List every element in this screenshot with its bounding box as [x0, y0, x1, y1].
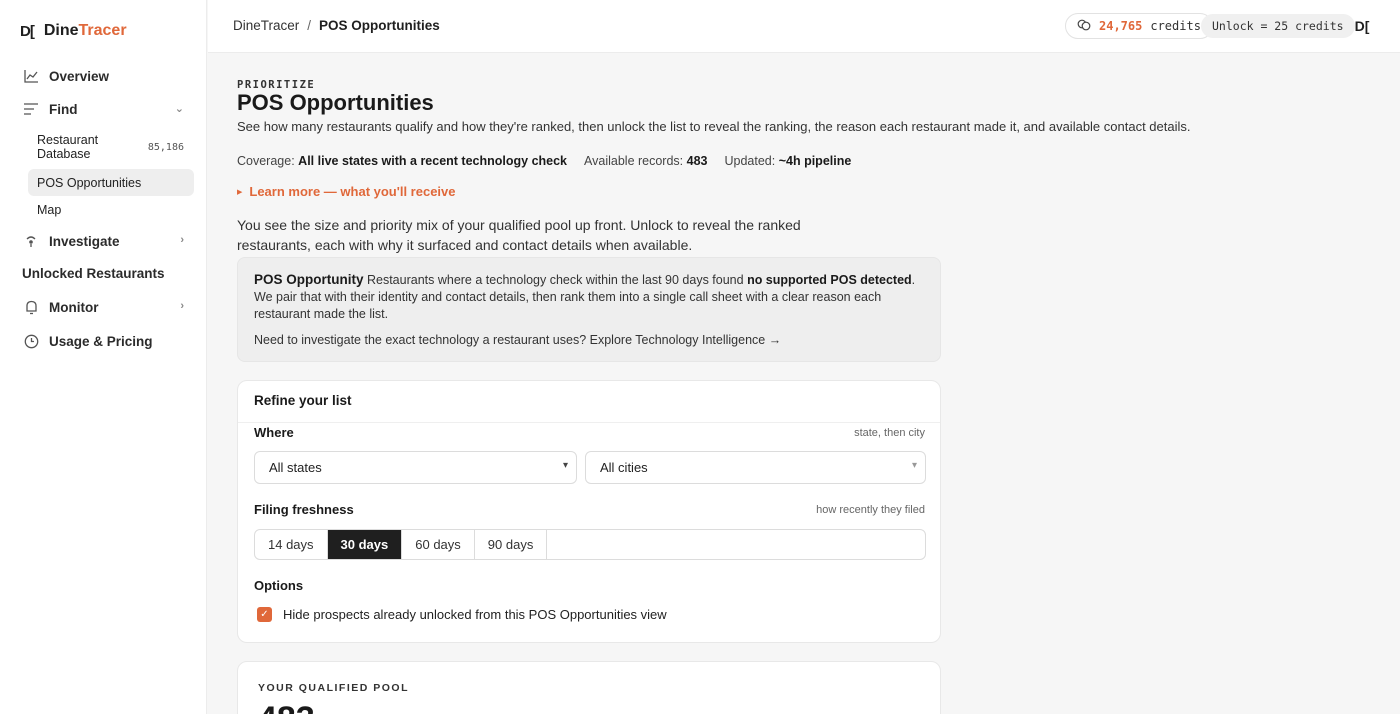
sidebar-item-usage-pricing[interactable]: Usage & Pricing	[14, 325, 194, 357]
callout-link-line: Need to investigate the exact technology…	[254, 333, 782, 347]
unlock-cost-badge: Unlock = 25 credits	[1201, 14, 1355, 38]
sidebar-item-find[interactable]: Find ⌄	[14, 93, 194, 125]
intro-text: You see the size and priority mix of you…	[237, 217, 801, 253]
sidebar-item-label: Usage & Pricing	[49, 333, 153, 349]
where-label: Where	[254, 425, 294, 440]
signal-icon	[23, 233, 39, 249]
chevron-down-icon: ⌄	[174, 103, 184, 115]
refine-card: Refine your list Where state, then city …	[237, 380, 941, 643]
sidebar-item-investigate[interactable]: Investigate ›	[14, 225, 194, 257]
freshness-option-30[interactable]: 30 days	[327, 530, 403, 559]
breadcrumb: DineTracer / POS Opportunities	[233, 18, 440, 33]
brand-name: DineTracer	[43, 22, 127, 39]
breadcrumb-root-link[interactable]: DineTracer	[233, 18, 299, 33]
pool-count: 483	[258, 700, 315, 714]
sidebar-subitem-pos-opportunities[interactable]: POS Opportunities	[28, 169, 194, 196]
bell-icon	[23, 299, 39, 315]
freshness-label: Filing freshness	[254, 502, 354, 517]
freshness-option-14[interactable]: 14 days	[255, 530, 328, 559]
info-callout: POS Opportunity Restaurants where a tech…	[237, 257, 941, 362]
pool-label: YOUR QUALIFIED POOL	[258, 682, 410, 694]
sidebar-item-overview[interactable]: Overview	[14, 60, 194, 92]
state-select[interactable]: All states ▾	[254, 451, 577, 484]
sidebar-item-label: Investigate	[49, 233, 120, 249]
sidebar-subitem-label: Map	[37, 203, 62, 217]
state-select-value: All states	[269, 460, 322, 475]
caret-right-icon: ▶	[237, 188, 243, 196]
brand-mark-icon: D[	[20, 22, 35, 40]
meta-row: Coverage: All live states with a recent …	[237, 154, 868, 168]
chart-line-icon	[23, 68, 39, 84]
freshness-segmented-control: 14 days 30 days 60 days 90 days	[254, 529, 926, 560]
learn-more-label: Learn more — what you'll receive	[249, 184, 456, 199]
freshness-hint: how recently they filed	[816, 504, 925, 516]
records-meta: Available records: 483	[584, 154, 708, 168]
credits-value: 24,765	[1099, 19, 1143, 33]
sidebar-item-label: Overview	[49, 68, 110, 84]
credits-badge[interactable]: 24,765 credits	[1065, 13, 1213, 39]
topbar: DineTracer / POS Opportunities 24,765 cr…	[208, 0, 1400, 53]
freshness-option-90[interactable]: 90 days	[475, 530, 548, 559]
sidebar-subitem-map[interactable]: Map	[28, 197, 194, 223]
city-select-value: All cities	[600, 460, 648, 475]
updated-meta: Updated: ~4h pipeline	[724, 154, 852, 168]
sidebar: D[ DineTracer Overview Find ⌄ Restaurant…	[0, 0, 207, 714]
sidebar-item-label: Find	[49, 101, 78, 117]
avatar[interactable]: D[	[1350, 14, 1374, 38]
where-hint: state, then city	[854, 427, 925, 439]
options-label: Options	[254, 578, 304, 593]
brand-logo[interactable]: D[ DineTracer	[20, 22, 127, 40]
sidebar-subitem-restaurant-database[interactable]: Restaurant Database 85,186	[28, 130, 194, 164]
checkbox-checked-icon[interactable]: ✓	[257, 607, 272, 622]
chevron-down-icon: ▾	[562, 460, 568, 471]
breadcrumb-separator: /	[307, 18, 312, 33]
refine-title: Refine your list	[254, 393, 352, 408]
credits-label: credits	[1150, 19, 1201, 33]
page-title: POS Opportunities	[237, 90, 434, 115]
sidebar-item-label: Monitor	[49, 299, 99, 315]
learn-more-toggle[interactable]: ▶ Learn more — what you'll receive	[237, 184, 456, 199]
filter-lines-icon	[23, 101, 39, 117]
credits-coins-icon	[1077, 19, 1091, 34]
sidebar-subitem-label: POS Opportunities	[37, 175, 142, 190]
sidebar-subitem-label: Restaurant Database	[37, 133, 99, 161]
hide-unlocked-label: Hide prospects already unlocked from thi…	[283, 607, 667, 622]
count-badge: 85,186	[147, 141, 184, 153]
chevron-down-icon: ▾	[911, 460, 917, 471]
freshness-option-60[interactable]: 60 days	[402, 530, 475, 559]
tech-intel-link[interactable]: Explore Technology Intelligence →	[590, 333, 782, 347]
breadcrumb-current: POS Opportunities	[319, 18, 440, 33]
city-select[interactable]: All cities ▾	[585, 451, 926, 484]
divider	[238, 422, 940, 423]
sidebar-item-monitor[interactable]: Monitor ›	[14, 291, 194, 323]
chevron-right-icon: ›	[180, 300, 184, 312]
qualified-pool-card: YOUR QUALIFIED POOL 483	[237, 661, 941, 714]
coverage-meta: Coverage: All live states with a recent …	[237, 154, 568, 168]
page-subtitle: See how many restaurants qualify and how…	[237, 119, 1191, 134]
sidebar-item-unlocked-restaurants[interactable]: Unlocked Restaurants	[22, 266, 165, 281]
chevron-right-icon: ›	[180, 234, 184, 246]
clock-icon	[23, 333, 39, 349]
hide-unlocked-option[interactable]: ✓ Hide prospects already unlocked from t…	[257, 607, 667, 622]
callout-body: POS Opportunity Restaurants where a tech…	[254, 272, 916, 321]
